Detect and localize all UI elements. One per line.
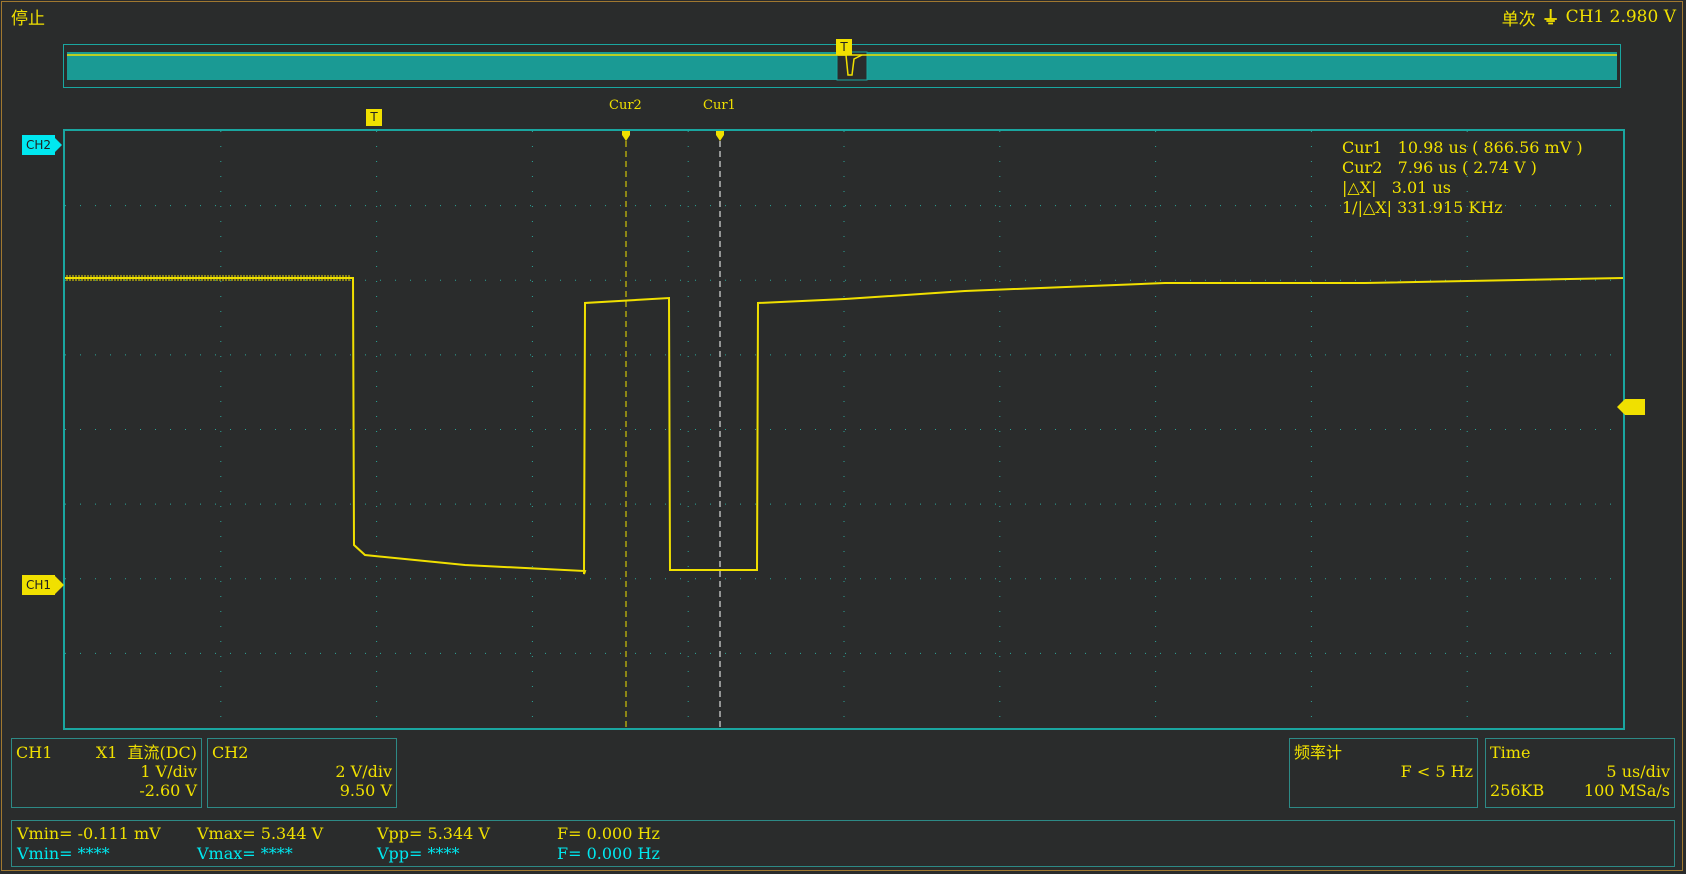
overview-trigger-marker[interactable]: T — [836, 39, 852, 55]
time-scale: 5 us/div — [1606, 762, 1670, 781]
ch2-settings-panel[interactable]: CH2 2 V/div 9.50 V — [207, 738, 397, 808]
freq-counter-title: 频率计 — [1294, 743, 1343, 762]
ch1-vpp: Vpp= 5.344 V — [377, 824, 490, 843]
memory-overview-bar[interactable]: T — [63, 39, 1621, 88]
cur1-label[interactable]: Cur1 — [703, 98, 736, 113]
ch1-vmin: Vmin= -0.111 mV — [17, 824, 161, 843]
ch2-marker-tip — [52, 135, 62, 155]
ch1-probe: X1 — [95, 743, 118, 762]
cursor2-marker — [622, 131, 630, 141]
trigger-level-label: CH1 2.980 V — [1565, 7, 1676, 27]
ch1-marker-tip — [54, 575, 64, 595]
ch1-scale: 1 V/div — [140, 762, 197, 781]
ch2-name: CH2 — [212, 743, 249, 762]
ch2-vmin: Vmin= **** — [17, 844, 110, 863]
sample-rate: 100 MSa/s — [1583, 781, 1670, 800]
run-state-label[interactable]: 停止 — [11, 4, 45, 29]
cursor-readout: Cur1 10.98 us ( 866.56 mV ) Cur2 7.96 us… — [1342, 138, 1583, 218]
trigger-level-marker[interactable] — [1617, 399, 1645, 415]
cursor2-readout: Cur2 7.96 us ( 2.74 V ) — [1342, 158, 1537, 177]
freq-counter-value: F < 5 Hz — [1400, 762, 1473, 781]
ch2-offset: 9.50 V — [339, 781, 392, 800]
frequency-counter-panel[interactable]: 频率计 F < 5 Hz — [1289, 738, 1478, 808]
trigger-status[interactable]: 单次 ⏚ CH1 2.980 V — [1502, 4, 1676, 30]
ch1-freq: F= 0.000 Hz — [557, 824, 660, 843]
cur2-label[interactable]: Cur2 — [609, 98, 642, 113]
memory-depth: 256KB — [1490, 781, 1545, 800]
cursor1-marker — [716, 131, 724, 141]
waveform-canvas — [65, 131, 1623, 728]
measurement-panel[interactable]: Vmin= -0.111 mV Vmax= 5.344 V Vpp= 5.344… — [11, 820, 1675, 867]
cursor-delta-x: |△X| 3.01 us — [1342, 178, 1451, 197]
ch1-coupling: 直流(DC) — [127, 743, 197, 762]
ch1-offset-marker[interactable]: CH1 — [22, 575, 56, 595]
trigger-position-marker[interactable]: T — [366, 109, 382, 126]
ch1-vmax: Vmax= 5.344 V — [197, 824, 324, 843]
ch2-vpp: Vpp= **** — [377, 844, 460, 863]
trigger-mode-label: 单次 — [1501, 9, 1536, 30]
ch2-vmax: Vmax= **** — [197, 844, 293, 863]
ch1-offset: -2.60 V — [139, 781, 197, 800]
ch2-offset-marker[interactable]: CH2 — [22, 135, 56, 155]
ch1-trace — [65, 277, 1623, 575]
waveform-graticule[interactable] — [63, 129, 1625, 730]
ch2-freq: F= 0.000 Hz — [557, 844, 660, 863]
ch2-scale: 2 V/div — [335, 762, 392, 781]
ch1-name: CH1 — [16, 743, 53, 762]
cursor-inverse-delta-x: 1/|△X| 331.915 KHz — [1342, 198, 1503, 217]
timebase-panel[interactable]: Time 5 us/div 256KB 100 MSa/s — [1485, 738, 1675, 808]
ch1-settings-panel[interactable]: CH1 X1 直流(DC) 1 V/div -2.60 V — [11, 738, 202, 808]
trigger-edge-icon: ⏚ — [1541, 8, 1560, 29]
cursor1-readout: Cur1 10.98 us ( 866.56 mV ) — [1342, 138, 1583, 157]
time-title: Time — [1490, 743, 1531, 762]
